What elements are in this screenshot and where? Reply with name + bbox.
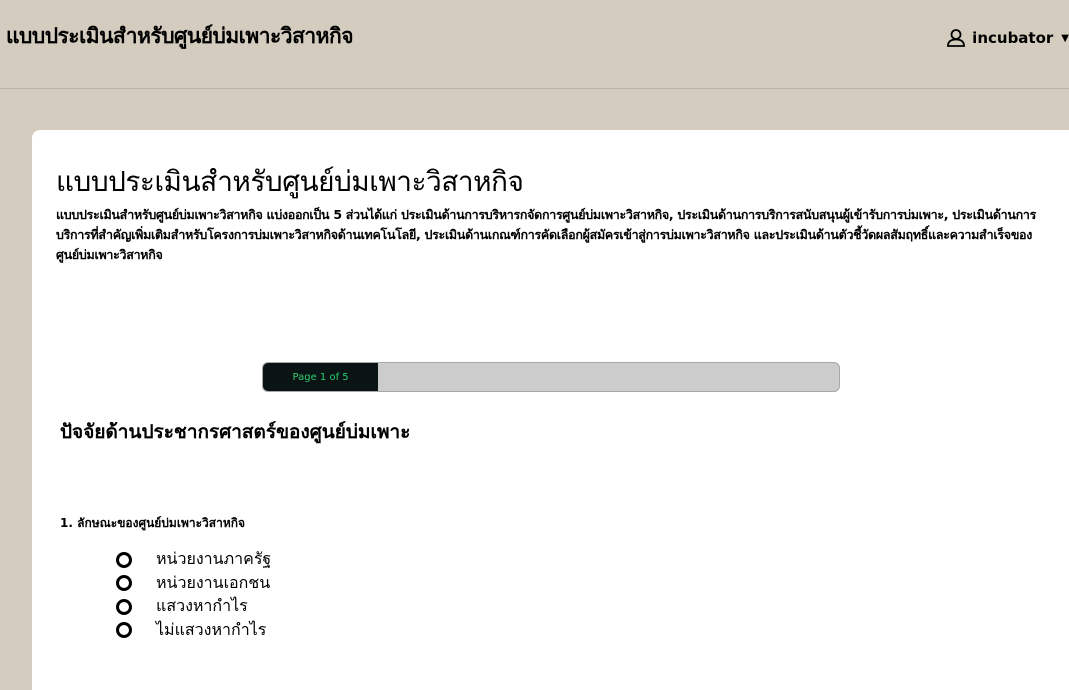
radio-button[interactable]	[116, 598, 132, 615]
user-name: incubator	[972, 29, 1054, 47]
survey-card: แบบประเมินสำหรับศูนย์บ่มเพาะวิสาหกิจ แบบ…	[32, 130, 1069, 690]
radio-option-label: แสวงหากำไร	[156, 596, 248, 616]
survey-title: แบบประเมินสำหรับศูนย์บ่มเพาะวิสาหกิจ	[56, 165, 524, 198]
caret-down-icon: ▼	[1061, 32, 1069, 44]
user-menu[interactable]: incubator ▼	[946, 28, 1069, 48]
question-title: 1. ลักษณะของศูนย์บ่มเพาะวิสาหกิจ	[60, 516, 246, 530]
radio-button[interactable]	[116, 575, 132, 592]
top-navbar: แบบประเมินสำหรับศูนย์บ่มเพาะวิสาหกิจ inc…	[0, 0, 1069, 89]
radio-option[interactable]: หน่วยงานเอกชน	[116, 572, 271, 596]
progress-fill: Page 1 of 5	[263, 363, 379, 391]
radio-group: หน่วยงานภาครัฐ หน่วยงานเอกชน แสวงหากำไร …	[116, 548, 271, 642]
survey-description: แบบประเมินสำหรับศูนย์บ่มเพาะวิสาหกิจ แบ่…	[56, 207, 1037, 262]
progress-bar: Page 1 of 5	[262, 362, 840, 392]
radio-option[interactable]: ไม่แสวงหากำไร	[116, 619, 271, 643]
app-title[interactable]: แบบประเมินสำหรับศูนย์บ่มเพาะวิสาหกิจ	[6, 20, 354, 53]
radio-button[interactable]	[116, 551, 132, 568]
radio-option[interactable]: แสวงหากำไร	[116, 595, 271, 619]
page-title: ปัจจัยด้านประชากรศาสตร์ของศูนย์บ่มเพาะ	[60, 421, 411, 443]
radio-button[interactable]	[116, 622, 132, 639]
user-icon	[946, 28, 966, 48]
radio-option-label: หน่วยงานภาครัฐ	[156, 549, 272, 569]
radio-option-label: หน่วยงานเอกชน	[156, 572, 271, 592]
radio-option[interactable]: หน่วยงานภาครัฐ	[116, 548, 271, 572]
progress-label: Page 1 of 5	[292, 371, 349, 383]
radio-option-label: ไม่แสวงหากำไร	[156, 619, 267, 639]
